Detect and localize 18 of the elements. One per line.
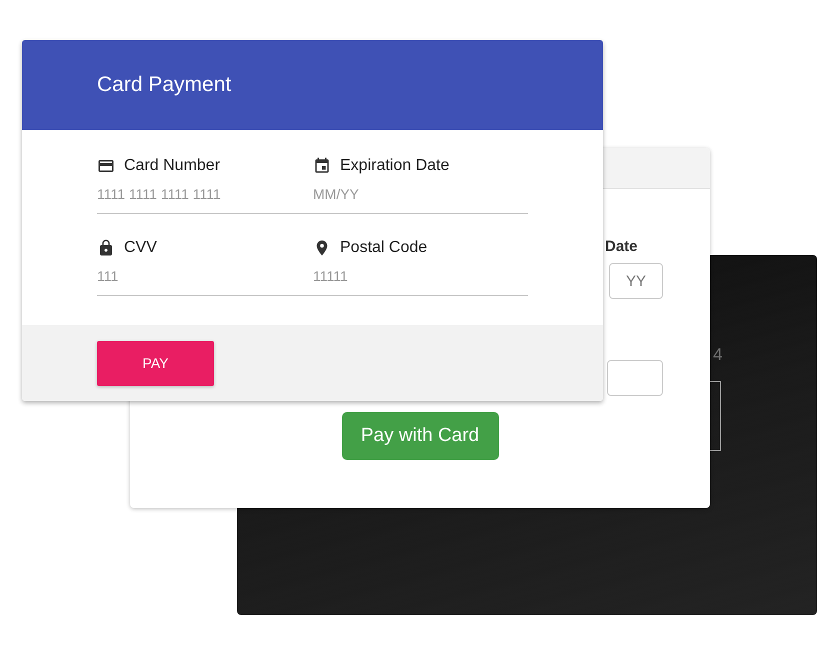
calendar-icon bbox=[313, 157, 331, 175]
input-field[interactable]: 111 bbox=[97, 266, 297, 286]
field-label: CVV bbox=[124, 239, 157, 257]
input-field[interactable]: MM/YY bbox=[313, 184, 513, 204]
field-label: Card Number bbox=[124, 157, 220, 175]
date-label: Date bbox=[605, 238, 638, 256]
pay-with-card-button[interactable]: Pay with Card bbox=[342, 412, 498, 460]
input-field[interactable]: 1111 1111 1111 1111 bbox=[97, 184, 297, 204]
input-field[interactable] bbox=[607, 360, 663, 396]
input-field[interactable]: 11111 bbox=[313, 266, 513, 286]
field-label: Postal Code bbox=[340, 239, 428, 257]
lock-icon bbox=[97, 239, 115, 257]
card-digit: 4 bbox=[713, 345, 722, 365]
card-title: Card Payment bbox=[97, 73, 232, 97]
credit-card-icon bbox=[97, 157, 115, 175]
field-label: Expiration Date bbox=[340, 157, 450, 175]
year-field[interactable]: YY bbox=[609, 263, 663, 299]
pay-button[interactable]: PAY bbox=[97, 340, 214, 386]
